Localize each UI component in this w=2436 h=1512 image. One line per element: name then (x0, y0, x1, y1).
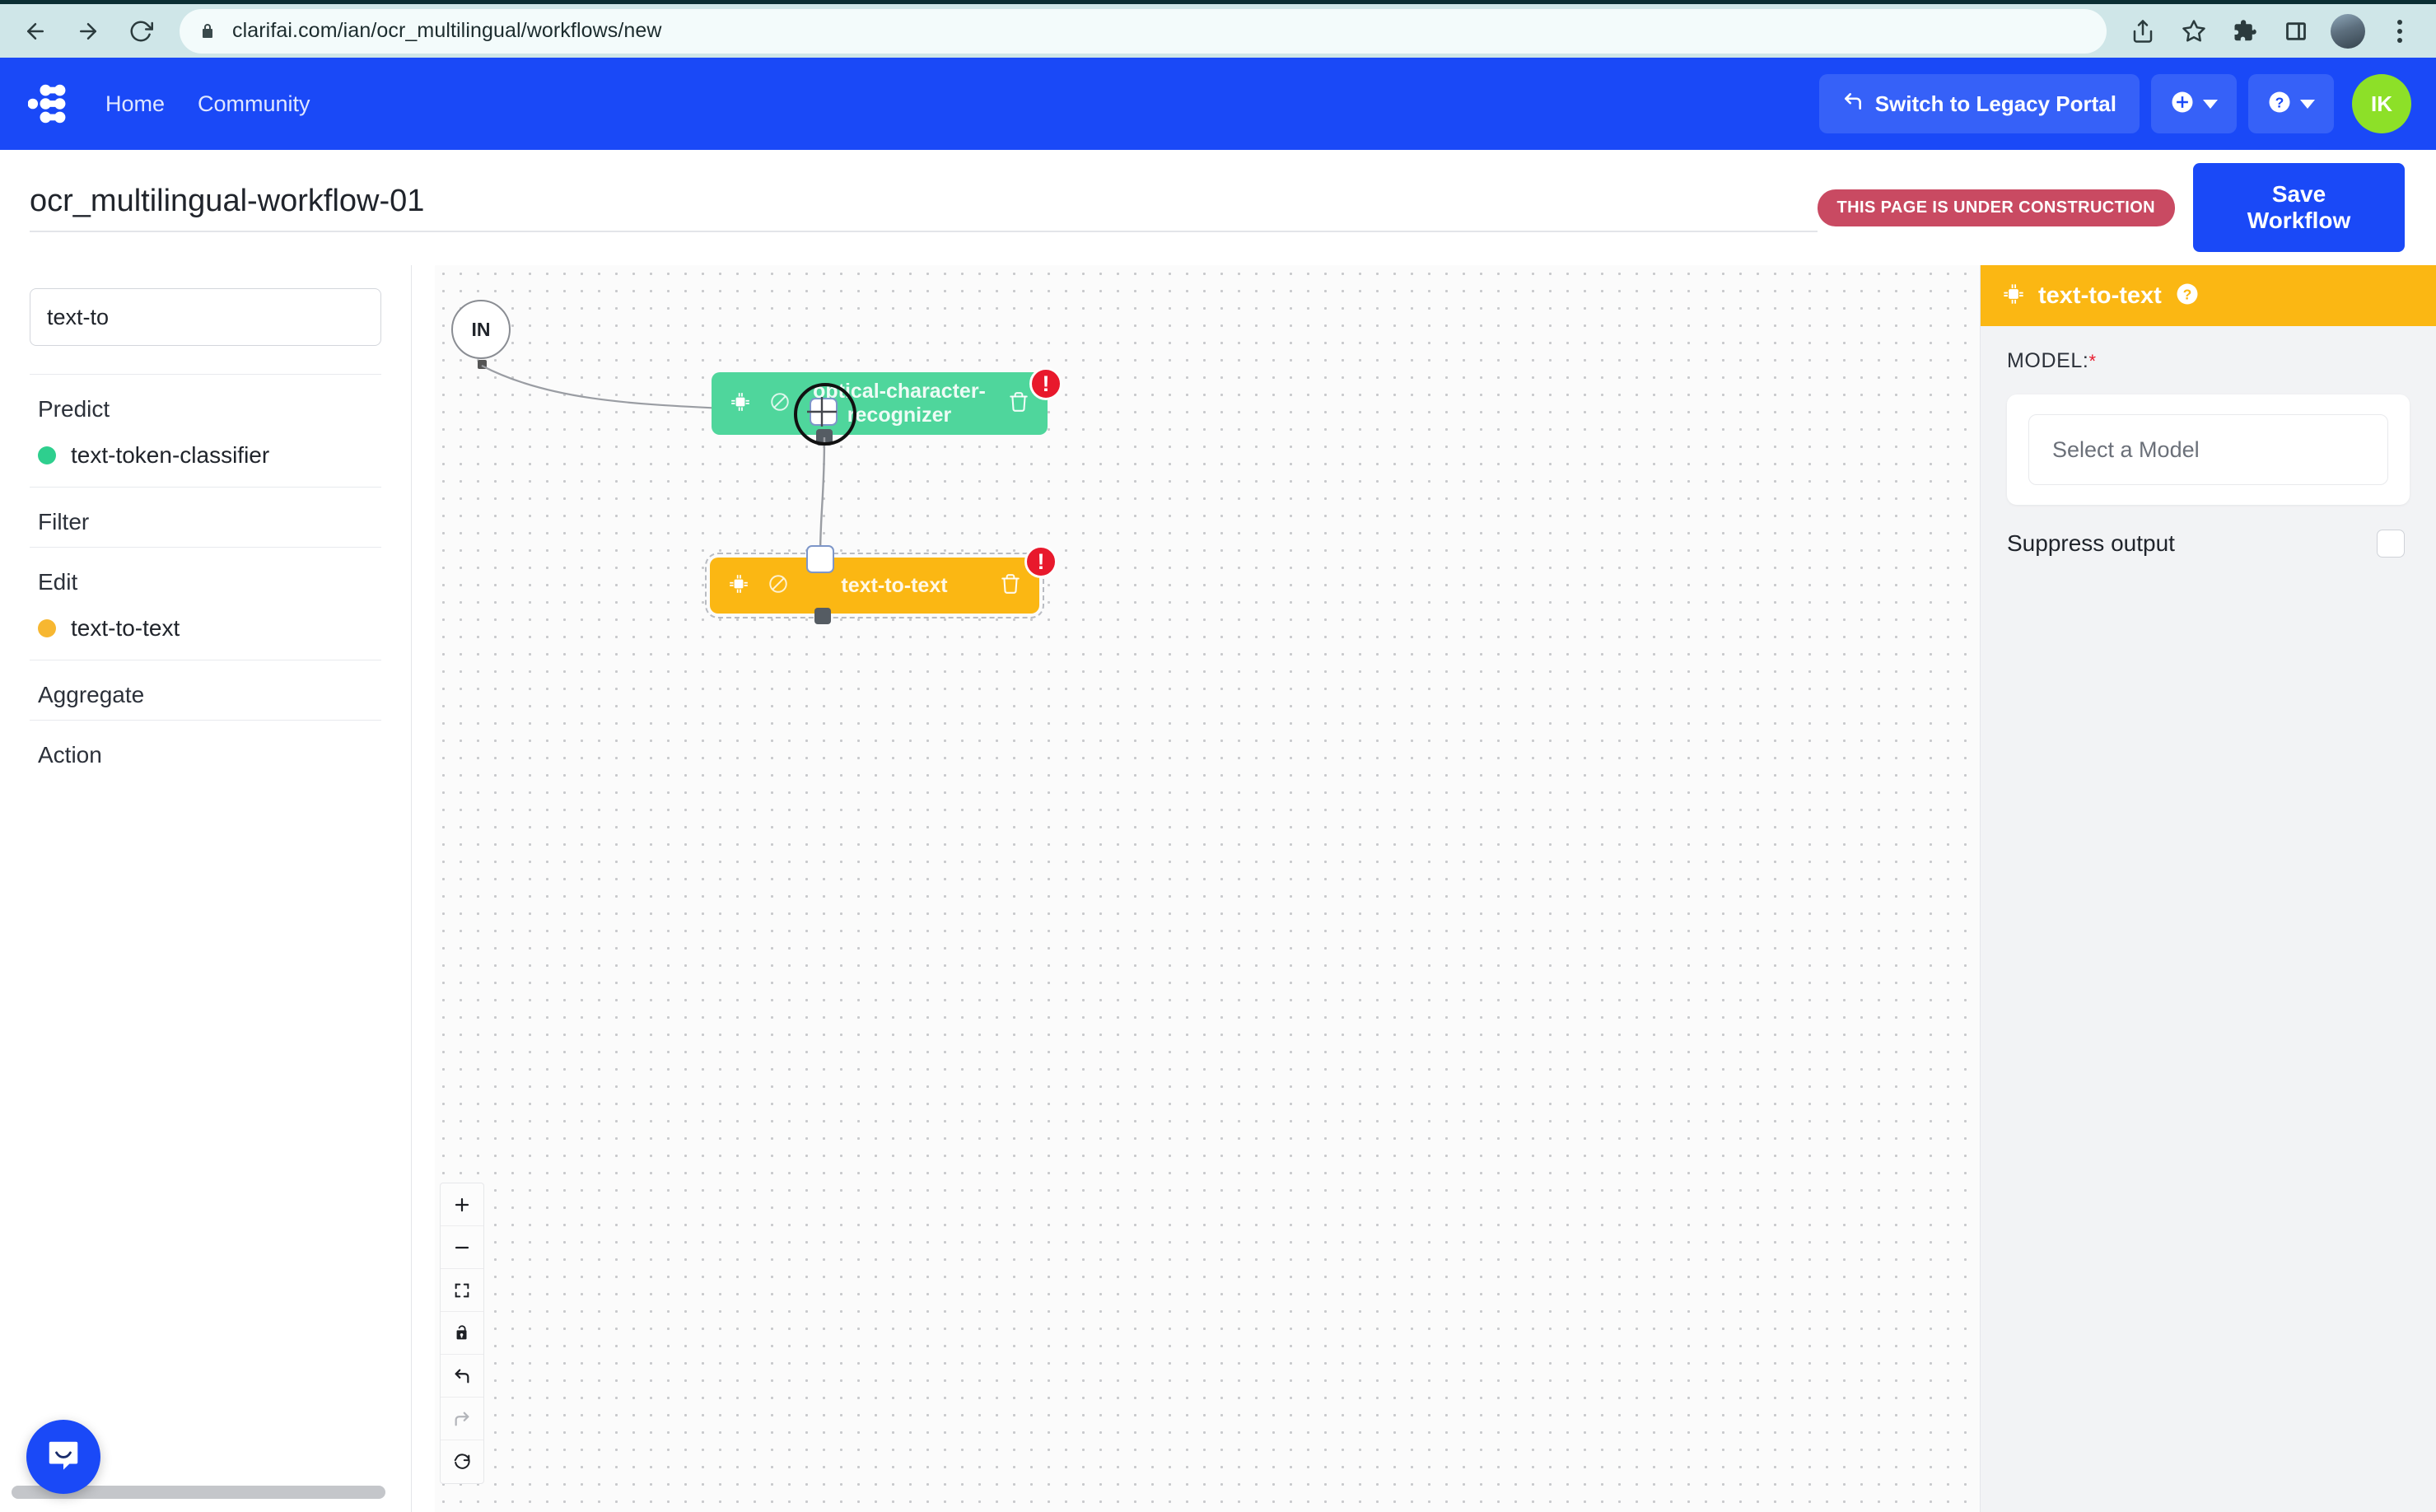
forward-arrow-icon[interactable] (64, 7, 112, 55)
input-node[interactable]: IN (451, 300, 511, 359)
input-node-output-port[interactable] (478, 360, 487, 369)
node-text-to-text[interactable]: text-to-text (710, 558, 1039, 614)
plus-circle-icon (2170, 90, 2195, 119)
undo-arrow-icon (1842, 91, 1864, 118)
workflow-canvas[interactable]: IN optical-character-recognizer ! (435, 265, 1980, 1512)
sidebar-model-text-to-text[interactable]: text-to-text (0, 607, 411, 660)
edge-in-to-ocr (435, 265, 1980, 1512)
chevron-down-icon (2203, 100, 2218, 109)
address-bar[interactable]: clarifai.com/ian/ocr_multilingual/workfl… (180, 9, 2107, 54)
model-label: text-to-text (71, 615, 180, 642)
clarifai-logo[interactable] (28, 80, 76, 128)
search-input[interactable] (30, 288, 381, 346)
lock-toggle-button[interactable] (441, 1312, 483, 1355)
properties-panel-header: text-to-text ? (1981, 265, 2436, 326)
node-error-badge-ocr[interactable]: ! (1029, 367, 1062, 400)
suppress-output-checkbox[interactable] (2377, 530, 2405, 558)
suppress-output-label: Suppress output (2007, 530, 2175, 557)
sidebar-section-filter[interactable]: Filter (0, 488, 411, 547)
model-label-text: MODEL: (2007, 349, 2088, 372)
sidebar-section-action[interactable]: Action (0, 721, 411, 780)
no-entry-icon[interactable] (769, 391, 791, 417)
model-sidebar: Predict text-token-classifier Filter Edi… (0, 265, 412, 1512)
edge-ocr-to-t2t (435, 265, 1980, 1512)
model-field-label: MODEL:* (2007, 349, 2410, 373)
t2t-input-port[interactable] (806, 545, 834, 573)
node-error-badge-t2t[interactable]: ! (1024, 545, 1057, 578)
sidebar-section-edit[interactable]: Edit (0, 548, 411, 607)
side-panel-icon[interactable] (2273, 8, 2319, 54)
model-color-dot (38, 619, 56, 637)
sidebar-section-aggregate[interactable]: Aggregate (0, 660, 411, 720)
node-label: text-to-text (789, 574, 1000, 598)
browser-chrome: clarifai.com/ian/ocr_multilingual/workfl… (0, 0, 2436, 58)
browser-toolbar-right (2120, 8, 2436, 54)
chip-icon (2002, 282, 2025, 310)
browser-nav-buttons (0, 7, 165, 55)
workflow-name-input[interactable] (30, 184, 1818, 232)
suppress-output-row: Suppress output (2007, 530, 2410, 558)
input-node-label: IN (472, 319, 491, 341)
svg-text:?: ? (2182, 286, 2191, 302)
svg-text:?: ? (2275, 94, 2284, 110)
save-workflow-button[interactable]: Save Workflow (2193, 163, 2405, 252)
lock-icon (198, 21, 217, 41)
sidebar-search-wrap (0, 265, 411, 346)
workflow-title-bar: THIS PAGE IS UNDER CONSTRUCTION Save Wor… (0, 150, 2436, 265)
t2t-output-port[interactable] (814, 608, 831, 624)
properties-panel-body: MODEL:* Select a Model Suppress output (1981, 326, 2436, 558)
question-circle-icon: ? (2267, 90, 2292, 119)
share-icon[interactable] (2120, 8, 2166, 54)
puzzle-icon[interactable] (2222, 8, 2268, 54)
reset-button[interactable] (441, 1440, 483, 1483)
chevron-down-icon (2300, 100, 2315, 109)
redo-button[interactable] (441, 1398, 483, 1440)
title-bar-actions: THIS PAGE IS UNDER CONSTRUCTION Save Wor… (1818, 163, 2436, 252)
canvas-toolbar (440, 1183, 484, 1484)
model-select-dropdown[interactable]: Select a Model (2028, 414, 2388, 485)
undo-button[interactable] (441, 1355, 483, 1398)
sidebar-section-predict[interactable]: Predict (0, 375, 411, 434)
ocr-input-port[interactable] (810, 398, 838, 426)
switch-to-legacy-portal-button[interactable]: Switch to Legacy Portal (1819, 74, 2140, 133)
profile-avatar-icon[interactable] (2331, 14, 2365, 49)
model-select-card: Select a Model (2007, 394, 2410, 505)
fit-view-button[interactable] (441, 1269, 483, 1312)
node-properties-panel: text-to-text ? MODEL:* Select a Model Su… (1980, 265, 2436, 1512)
back-arrow-icon[interactable] (12, 7, 59, 55)
no-entry-icon[interactable] (768, 573, 789, 599)
create-new-dropdown-button[interactable] (2151, 74, 2237, 133)
trash-icon[interactable] (1000, 573, 1021, 599)
help-dropdown-button[interactable]: ? (2248, 74, 2334, 133)
sidebar-category-list: Predict text-token-classifier Filter Edi… (0, 374, 411, 780)
nav-link-home[interactable]: Home (105, 91, 165, 117)
nav-right-group: Switch to Legacy Portal ? IK (1819, 74, 2436, 133)
properties-panel-title: text-to-text (2038, 282, 2162, 310)
node-optical-character-recognizer[interactable]: optical-character-recognizer (712, 372, 1048, 435)
required-marker: * (2088, 351, 2096, 371)
model-label: text-token-classifier (71, 442, 269, 469)
model-color-dot (38, 446, 56, 464)
messenger-chat-icon (44, 1436, 82, 1478)
app-navbar: Home Community Switch to Legacy Portal ?… (0, 58, 2436, 150)
under-construction-badge: THIS PAGE IS UNDER CONSTRUCTION (1818, 189, 2176, 226)
chip-icon (728, 573, 749, 599)
user-avatar[interactable]: IK (2352, 74, 2411, 133)
chip-icon (730, 391, 751, 417)
star-icon[interactable] (2171, 8, 2217, 54)
sidebar-model-text-token-classifier[interactable]: text-token-classifier (0, 434, 411, 487)
ocr-output-port[interactable] (816, 429, 833, 446)
question-circle-icon[interactable]: ? (2175, 282, 2200, 310)
zoom-out-button[interactable] (441, 1226, 483, 1269)
trash-icon[interactable] (1008, 391, 1029, 417)
switch-to-legacy-portal-label: Switch to Legacy Portal (1875, 91, 2116, 117)
url-text: clarifai.com/ian/ocr_multilingual/workfl… (232, 19, 662, 43)
intercom-chat-button[interactable] (26, 1420, 100, 1494)
kebab-menu-icon[interactable] (2377, 8, 2423, 54)
reload-icon[interactable] (117, 7, 165, 55)
nav-links: Home Community (105, 91, 310, 117)
nav-link-community[interactable]: Community (198, 91, 310, 117)
zoom-in-button[interactable] (441, 1183, 483, 1226)
